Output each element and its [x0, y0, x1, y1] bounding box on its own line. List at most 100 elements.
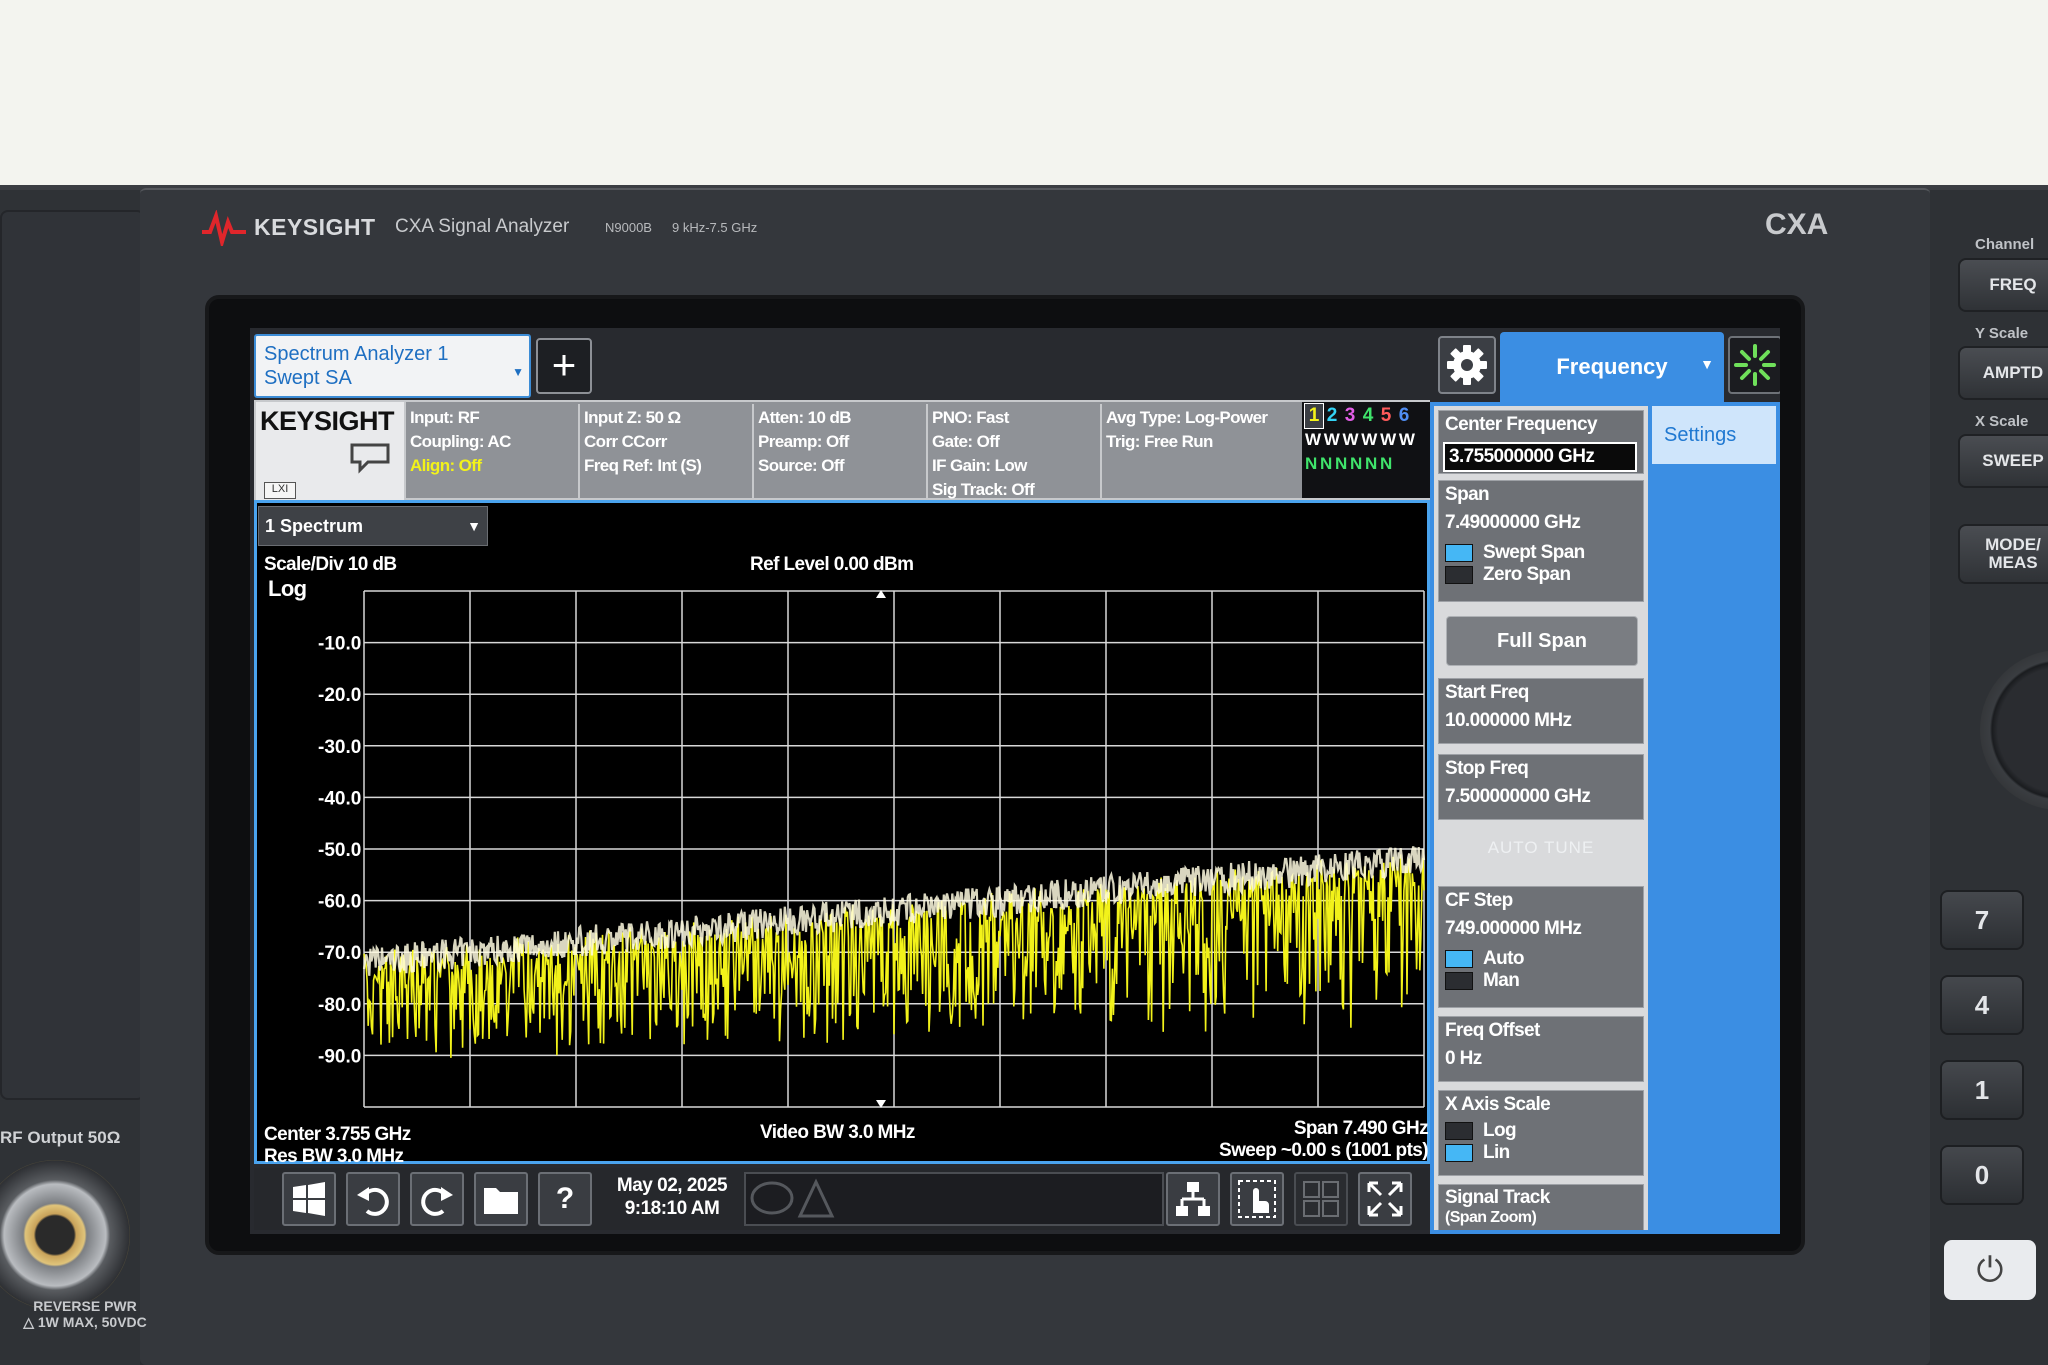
info-pno: PNO: Fast — [932, 408, 1009, 427]
info-col-avg[interactable]: Avg Type: Log-Power Trig: Free Run — [1104, 404, 1300, 500]
y-tick-label: -20.0 — [318, 685, 361, 706]
zero-span-label: Zero Span — [1483, 564, 1571, 585]
date-label: May 02, 2025 — [616, 1175, 728, 1196]
key-1[interactable]: 1 — [1940, 1060, 2024, 1120]
expand-arrows-icon — [1367, 1181, 1403, 1217]
key-4[interactable]: 4 — [1940, 975, 2024, 1035]
swept-span-option[interactable]: Swept Span — [1445, 542, 1637, 564]
frequency-menu-tab-label: Frequency — [1556, 354, 1668, 379]
power-button[interactable]: ⏻ — [1944, 1240, 2036, 1300]
rf-warning-label: REVERSE PWR △ 1W MAX, 50VDC — [10, 1298, 160, 1330]
trace-detectors: N N N N N N — [1305, 454, 1392, 473]
cf-step-value[interactable]: 749.000000 MHz — [1445, 918, 1637, 940]
x-axis-lin-radio — [1445, 1144, 1473, 1162]
model-name: CXA Signal Analyzer — [395, 216, 570, 237]
cf-step-man-option[interactable]: Man — [1445, 970, 1637, 992]
windows-start-button[interactable] — [282, 1172, 336, 1226]
span-control[interactable]: Span 7.49000000 GHz Swept Span Zero Span — [1438, 480, 1644, 602]
y-tick-label: -40.0 — [318, 788, 361, 809]
x-scale-group-label: X Scale — [1975, 413, 2029, 430]
redo-button[interactable] — [410, 1172, 464, 1226]
undo-icon — [357, 1187, 389, 1216]
add-screen-button[interactable]: + — [536, 338, 592, 394]
signal-track-control[interactable]: Signal Track (Span Zoom) — [1438, 1184, 1644, 1230]
keysight-logo-text: KEYSIGHT — [260, 406, 395, 436]
full-span-button[interactable]: Full Span — [1446, 616, 1638, 666]
multi-window-icon — [1176, 1182, 1210, 1216]
x-axis-log-option[interactable]: Log — [1445, 1120, 1637, 1142]
time-label: 9:18:10 AM — [624, 1198, 720, 1219]
y-axis-scale-type: Log — [268, 576, 307, 601]
signal-track-sub: (Span Zoom) — [1445, 1209, 1537, 1226]
freq-key[interactable]: FREQ — [1958, 258, 2048, 312]
info-gate: Gate: Off — [932, 432, 1000, 451]
maximize-button[interactable] — [1358, 1172, 1412, 1226]
gear-icon — [1447, 345, 1487, 385]
sweep-key[interactable]: SWEEP — [1958, 434, 2048, 488]
app-tab-title: Spectrum Analyzer 1 — [264, 343, 449, 365]
info-col-pno[interactable]: PNO: Fast Gate: Off IF Gain: Low Sig Tra… — [930, 404, 1102, 500]
amptd-key[interactable]: AMPTD — [1958, 346, 2048, 400]
window-selector[interactable]: 1 Spectrum ▼ — [258, 506, 488, 546]
info-col-atten[interactable]: Atten: 10 dB Preamp: Off Source: Off — [756, 404, 928, 500]
y-tick-label: -70.0 — [318, 943, 361, 964]
cf-step-man-label: Man — [1483, 970, 1520, 991]
start-freq-control[interactable]: Start Freq 10.000000 MHz — [1438, 678, 1644, 744]
info-freq-ref: Freq Ref: Int (S) — [584, 456, 702, 475]
message-area[interactable] — [744, 1172, 1164, 1226]
window-layout-button[interactable] — [1294, 1172, 1348, 1226]
cf-step-auto-option[interactable]: Auto — [1445, 948, 1637, 970]
info-logo-panel[interactable]: KEYSIGHT LXI — [256, 402, 406, 502]
spectrum-plot[interactable]: -10.0 -20.0 -30.0 -40.0 -50.0 -60.0 -70.0 -80.0… — [316, 589, 1426, 1109]
key-7[interactable]: 7 — [1940, 890, 2024, 950]
settings-tab[interactable]: Settings — [1652, 406, 1776, 464]
freq-offset-value[interactable]: 0 Hz — [1445, 1048, 1637, 1070]
x-axis-scale-control[interactable]: X Axis Scale Log Lin — [1438, 1090, 1644, 1176]
freq-offset-control[interactable]: Freq Offset 0 Hz — [1438, 1016, 1644, 1082]
zero-span-option[interactable]: Zero Span — [1445, 564, 1637, 586]
measurement-info-bar[interactable]: KEYSIGHT LXI Input: RF Coupling: AC Alig… — [254, 400, 1430, 502]
frequency-range: 9 kHz-7.5 GHz — [672, 220, 758, 235]
start-freq-value[interactable]: 10.000000 MHz — [1445, 710, 1637, 732]
multi-window-button[interactable] — [1166, 1172, 1220, 1226]
trace-5-number: 5 — [1380, 405, 1392, 426]
info-avg-type: Avg Type: Log-Power — [1106, 408, 1268, 427]
lxi-badge: LXI — [264, 482, 296, 499]
span-value[interactable]: 7.49000000 GHz — [1445, 512, 1637, 534]
speech-bubble-icon — [350, 443, 390, 474]
cf-step-label: CF Step — [1445, 890, 1513, 911]
question-mark-icon: ? — [555, 1182, 575, 1215]
signal-track-label: Signal Track — [1445, 1187, 1550, 1208]
mode-meas-key[interactable]: MODE/ MEAS — [1958, 524, 2048, 584]
settings-gear-button[interactable] — [1438, 336, 1496, 394]
y-tick-label: -30.0 — [318, 737, 361, 758]
key-0[interactable]: 0 — [1940, 1145, 2024, 1205]
frequency-menu-tab[interactable]: Frequency ▼ — [1500, 332, 1724, 402]
trace-3-number: 3 — [1344, 405, 1356, 426]
undo-button[interactable] — [346, 1172, 400, 1226]
trace-2-number: 2 — [1326, 405, 1338, 426]
auto-tune-button[interactable]: AUTO TUNE — [1438, 838, 1644, 858]
left-blank-plate — [0, 210, 145, 1100]
app-tab-spectrum-analyzer[interactable]: Spectrum Analyzer 1 Swept SA ▼ — [254, 334, 531, 398]
x-axis-lin-option[interactable]: Lin — [1445, 1142, 1637, 1164]
stop-freq-value[interactable]: 7.500000000 GHz — [1445, 786, 1637, 808]
trace-indicator[interactable]: 123456 W W W W W W N N N N N N — [1302, 402, 1430, 498]
cf-step-control[interactable]: CF Step 749.000000 MHz Auto Man — [1438, 886, 1644, 1008]
x-axis-lin-label: Lin — [1483, 1142, 1510, 1163]
analyzer-screen: Spectrum Analyzer 1 Swept SA ▼ + Frequen… — [250, 328, 1780, 1234]
touch-on-button[interactable] — [1230, 1172, 1284, 1226]
trace-6-number: 6 — [1398, 405, 1410, 426]
info-col-impedance[interactable]: Input Z: 50 Ω Corr CCorr Freq Ref: Int (… — [582, 404, 754, 500]
info-trig: Trig: Free Run — [1106, 432, 1213, 451]
help-button[interactable]: ? — [538, 1172, 592, 1226]
busy-status-button[interactable] — [1728, 336, 1780, 394]
info-col-input[interactable]: Input: RF Coupling: AC Align: Off — [408, 404, 580, 500]
stop-freq-control[interactable]: Stop Freq 7.500000000 GHz — [1438, 754, 1644, 820]
center-frequency-control[interactable]: Center Frequency 3.755000000 GHz — [1438, 410, 1644, 474]
ref-level-label: Ref Level 0.00 dBm — [750, 554, 914, 575]
file-button[interactable] — [474, 1172, 528, 1226]
center-frequency-value[interactable]: 3.755000000 GHz — [1443, 442, 1637, 472]
series-name: CXA — [1765, 208, 1829, 241]
start-freq-label: Start Freq — [1445, 682, 1529, 703]
